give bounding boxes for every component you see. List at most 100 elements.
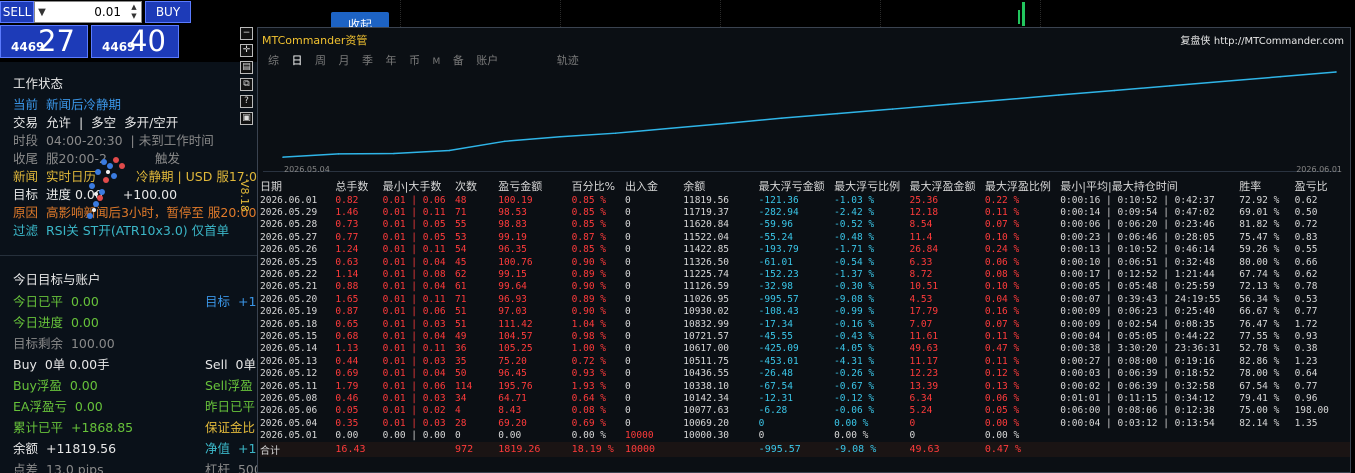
equity-point [1335, 71, 1337, 73]
table-cell: 11422.85 [683, 244, 730, 256]
tab-track[interactable]: 轨迹 [557, 54, 579, 67]
sell-price-big: 27 [38, 24, 75, 58]
table-cell: 0.89 % [571, 293, 606, 305]
table-cell: 66.67 % [1239, 306, 1280, 318]
tab-week[interactable]: 周 [315, 54, 326, 67]
copy-icon[interactable]: ⧉ [240, 78, 253, 91]
table-cell: 972 [455, 443, 474, 455]
table-cell: 0 [624, 231, 631, 243]
table-cell: 50 [455, 368, 467, 380]
table-cell: 10511.75 [683, 355, 730, 367]
table-cell: 0.47 % [984, 443, 1022, 455]
table-cell: 0:00:10 | 0:06:51 | 0:32:48 [1060, 256, 1215, 268]
tab-month[interactable]: 月 [339, 54, 350, 67]
tab-summary[interactable]: 综 [268, 54, 279, 67]
table-cell: 7.07 [909, 318, 933, 330]
side-toolbar: − ✛ ▤ ⧉ ? ▣ [240, 27, 254, 129]
column-header[interactable]: 胜率 [1239, 178, 1294, 194]
sell-button[interactable]: SELL [0, 1, 34, 23]
lot-size-input[interactable]: ▼ 0.01 ▲ ▼ [34, 1, 142, 23]
dropdown-arrow-icon[interactable]: ▼ [35, 7, 49, 18]
table-cell: 10069.20 [683, 417, 730, 429]
table-cell: 0:06:00 | 0:08:06 | 0:12:38 [1060, 405, 1215, 417]
tab-m[interactable]: M [433, 57, 441, 67]
column-header[interactable]: 余额 [683, 178, 758, 194]
table-cell: 0.01 | 0.05 [382, 231, 446, 243]
column-header[interactable]: 盈亏金额 [498, 178, 571, 194]
equity-point [891, 108, 894, 110]
equity-point [614, 132, 617, 134]
table-cell: 71 [455, 207, 467, 219]
column-header[interactable]: 次数 [455, 178, 498, 194]
equity-point [1113, 89, 1116, 92]
table-cell: 0:00:05 | 0:05:48 | 0:25:59 [1060, 281, 1215, 293]
column-header[interactable]: 最小|平均|最大持仓时间 [1060, 178, 1239, 194]
table-cell: 1.46 [335, 207, 359, 219]
period-label: 时段 [13, 133, 39, 148]
table-cell: -0.12 % [834, 392, 875, 404]
table-cell: 0.85 % [571, 219, 606, 231]
tab-backup[interactable]: 备 [453, 54, 464, 67]
column-header[interactable]: 盈亏比 [1295, 178, 1350, 194]
brand-url[interactable]: http://MTCommander.com [1214, 36, 1344, 47]
table-cell: 0.06 % [984, 256, 1020, 268]
not-work-time: 未到工作时间 [138, 133, 214, 148]
table-cell: 0.87 [335, 306, 359, 318]
tab-currency[interactable]: 币 [409, 54, 420, 67]
table-cell: 0.00 % [834, 430, 869, 442]
table-cell: 0:00:04 | 0:05:05 | 0:44:22 [1060, 330, 1215, 342]
equity-curve-chart [263, 71, 1340, 172]
tab-year[interactable]: 年 [386, 54, 397, 67]
table-cell: 198.00 [1294, 405, 1329, 417]
equity-point [780, 117, 783, 119]
column-header[interactable]: 最大浮盈比例 [985, 178, 1060, 194]
table-cell: 1.24 [335, 244, 359, 256]
minimize-icon[interactable]: − [240, 27, 253, 40]
lot-size-value: 0.01 [94, 5, 121, 19]
column-header[interactable]: 总手数 [335, 178, 382, 194]
table-cell: 97.03 [498, 306, 527, 318]
table-cell: 100.76 [498, 256, 533, 268]
table-cell: 51 [455, 306, 467, 318]
buy-button[interactable]: BUY [145, 1, 191, 23]
leverage-label: 杠杆 [205, 462, 231, 473]
table-cell: -1.71 % [834, 244, 875, 256]
column-header[interactable]: 日期 [260, 178, 335, 194]
layout-icon[interactable]: ▤ [240, 61, 253, 74]
table-cell: 96.93 [498, 293, 527, 305]
table-cell: 0.01 | 0.06 [382, 194, 446, 206]
buy-count-value: 0单 0.00手 [44, 357, 110, 372]
help-icon[interactable]: ? [240, 95, 253, 108]
table-row: 2026.05.20 1.65 0.01 | 0.11 71 96.93 0.89 % 0 1… [260, 293, 1350, 305]
sell-price-button[interactable]: 4469 27 [0, 24, 88, 58]
tab-account[interactable]: 账户 [476, 54, 498, 67]
table-cell: 11225.74 [683, 269, 730, 281]
table-cell: 54 [455, 244, 467, 256]
column-header[interactable]: 百分比% [572, 178, 625, 194]
table-cell: 2026.05.19 [260, 306, 318, 318]
column-header[interactable]: 最大浮亏金额 [759, 178, 834, 194]
column-header[interactable]: 最大浮盈金额 [909, 178, 984, 194]
move-icon[interactable]: ✛ [240, 44, 253, 57]
table-cell: 111.42 [498, 318, 533, 330]
table-cell: 11.4 [909, 231, 933, 243]
table-cell: 0.01 | 0.03 [382, 417, 446, 429]
column-header[interactable]: 最大浮亏比例 [834, 178, 909, 194]
table-cell: 0.01 | 0.11 [382, 207, 446, 219]
lot-spinner-icon[interactable]: ▲ ▼ [127, 3, 141, 21]
table-cell: 0.07 % [984, 219, 1020, 231]
table-cell: 0.83 [1294, 231, 1318, 243]
column-header[interactable]: 出入金 [625, 178, 683, 194]
buy-price-button[interactable]: 4469 40 [91, 24, 179, 58]
table-cell: 2026.05.22 [260, 269, 318, 281]
table-cell: -0.26 % [834, 368, 875, 380]
ea-status-panel: 工作状态 当前 新闻后冷静期 交易 允许 | 多空 多开/空开 时段 04:00… [0, 62, 291, 473]
column-header[interactable]: 最小|大手数 [383, 178, 455, 194]
table-cell: 0:01:01 | 0:11:15 | 0:34:12 [1060, 392, 1215, 404]
table-cell: 0 [624, 330, 631, 342]
window-icon[interactable]: ▣ [240, 112, 253, 125]
tab-quarter[interactable]: 季 [362, 54, 373, 67]
tab-day[interactable]: 日 [292, 54, 303, 67]
table-cell [1239, 442, 1294, 457]
table-cell: 0.35 [335, 417, 359, 429]
